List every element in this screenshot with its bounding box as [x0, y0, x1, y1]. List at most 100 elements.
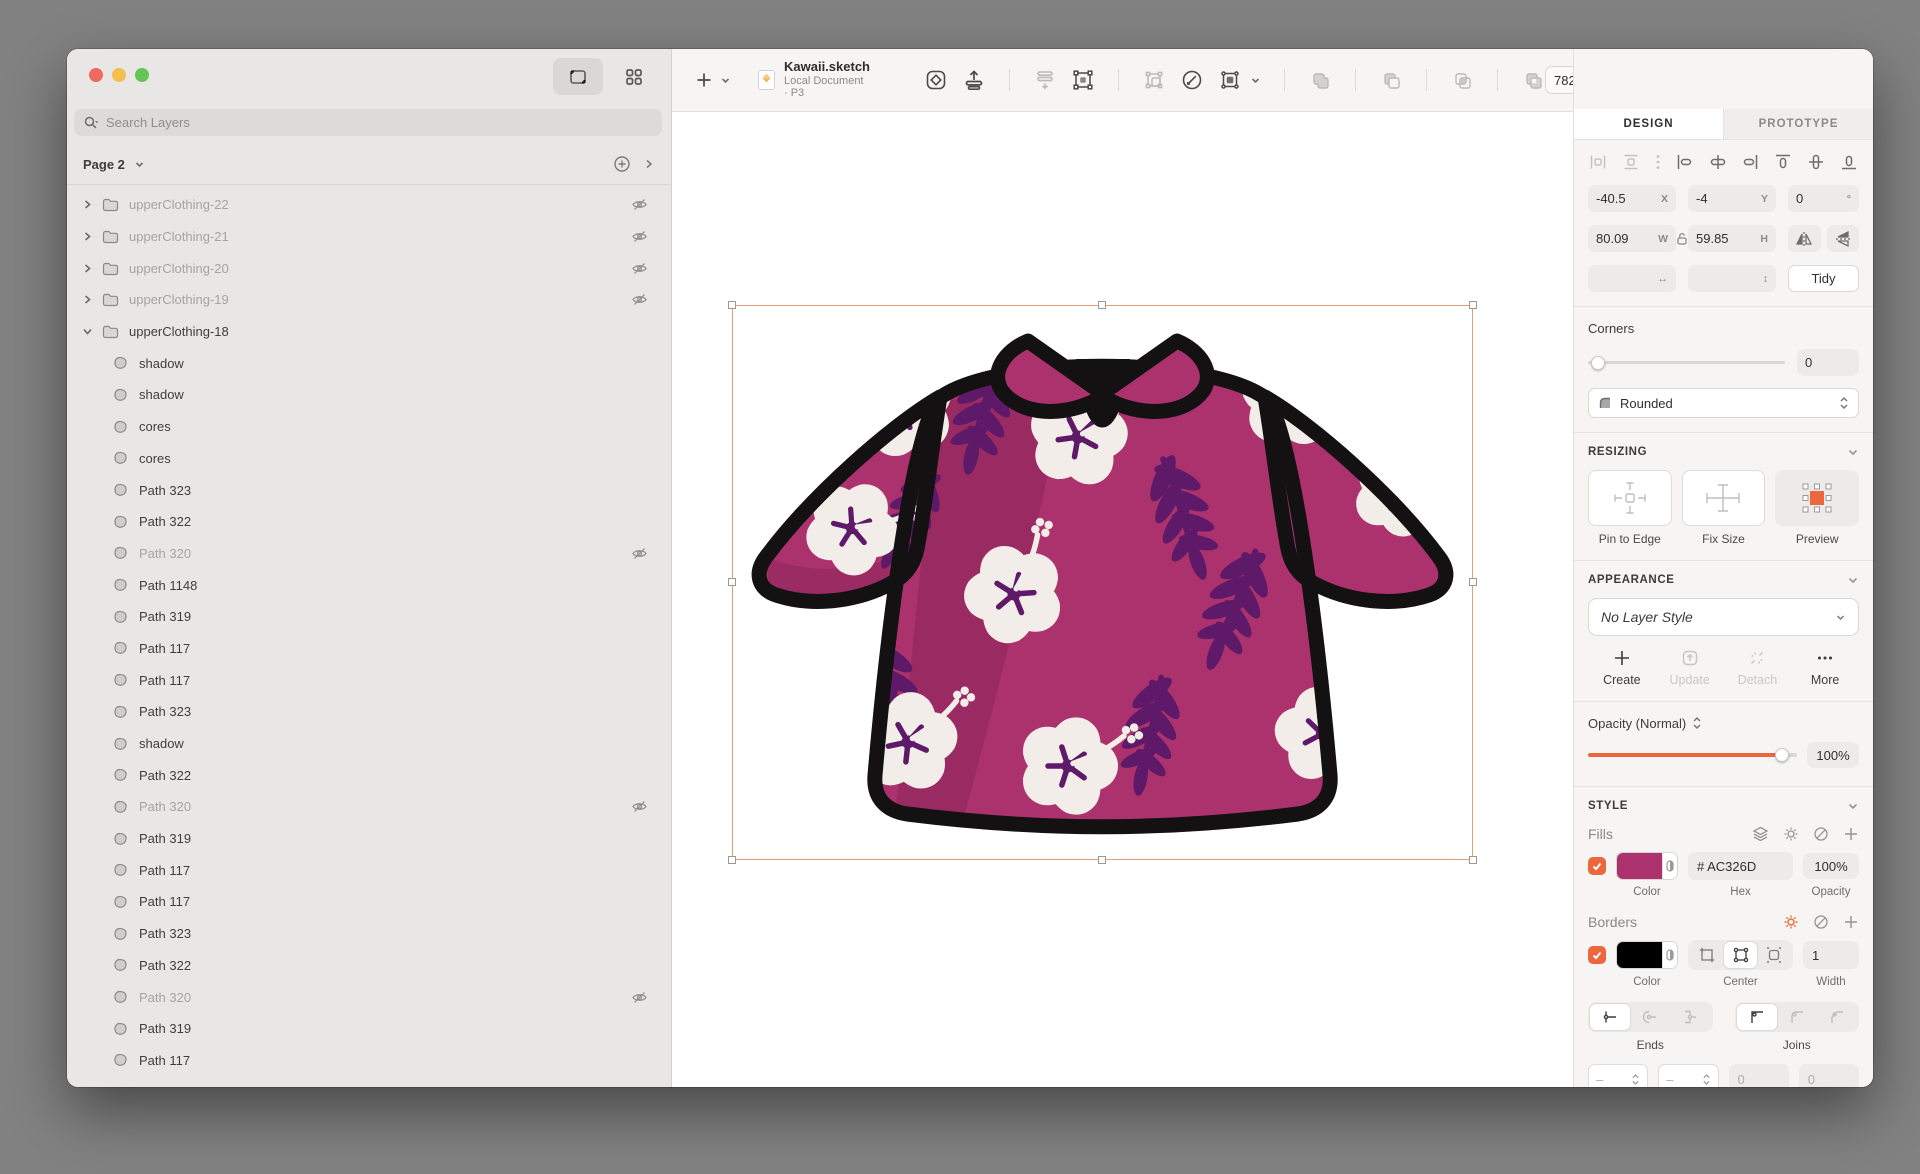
x-position-field[interactable]: -40.5X	[1588, 185, 1676, 212]
border-inside-button[interactable]	[1690, 942, 1724, 968]
tab-design[interactable]: DESIGN	[1574, 109, 1723, 139]
selection-handle-sw[interactable]	[728, 856, 736, 864]
join-round-button[interactable]	[1777, 1004, 1817, 1030]
detach-style-button[interactable]: Detach	[1724, 649, 1792, 687]
distribute-horizontally-icon[interactable]	[1588, 152, 1608, 172]
expand-pages-button[interactable]	[643, 158, 655, 170]
corner-style-dropdown[interactable]: Rounded	[1588, 388, 1859, 418]
layer-row[interactable]: Path 322	[67, 759, 671, 791]
align-center-horizontal-icon[interactable]	[1708, 152, 1728, 172]
layer-row[interactable]: Path 320	[67, 981, 671, 1013]
eye-hidden-icon[interactable]	[631, 990, 648, 1005]
fill-hex-field[interactable]: # AC326D	[1688, 852, 1793, 880]
transform-icon[interactable]	[1071, 68, 1095, 92]
fix-size-button[interactable]	[1682, 470, 1766, 526]
symbol-icon[interactable]	[924, 68, 948, 92]
smart-distribute-icon[interactable]	[1033, 68, 1057, 92]
arrow-start-stepper[interactable]: –	[1588, 1064, 1648, 1087]
mask-icon[interactable]	[1218, 68, 1242, 92]
canvas-view-toggle[interactable]	[553, 58, 603, 95]
rotation-field[interactable]: 0°	[1788, 185, 1859, 212]
distribute-vertically-icon[interactable]	[1621, 152, 1641, 172]
layer-row[interactable]: shadow	[67, 347, 671, 379]
more-styles-button[interactable]: More	[1791, 649, 1859, 687]
selection-handle-se[interactable]	[1469, 856, 1477, 864]
fill-opacity-field[interactable]: 100%	[1803, 853, 1859, 879]
end-round-button[interactable]	[1630, 1004, 1670, 1030]
gap-field[interactable]: 0	[1799, 1064, 1859, 1087]
insert-chevron-icon[interactable]	[720, 75, 731, 86]
opacity-slider[interactable]	[1588, 753, 1797, 757]
layer-group-row[interactable]: upperClothing-21	[67, 221, 671, 253]
width-field[interactable]: 80.09W	[1588, 225, 1676, 252]
add-border-icon[interactable]	[1843, 914, 1859, 930]
eye-hidden-icon[interactable]	[631, 292, 648, 307]
insert-button[interactable]	[694, 70, 714, 90]
flip-horizontal-button[interactable]	[1788, 225, 1821, 252]
difference-icon[interactable]	[1521, 68, 1545, 92]
fill-enabled-checkbox[interactable]	[1588, 857, 1606, 875]
eye-hidden-icon[interactable]	[631, 546, 648, 561]
layer-style-dropdown[interactable]: No Layer Style	[1588, 598, 1859, 636]
selection-handle-n[interactable]	[1098, 301, 1106, 309]
eye-hidden-icon[interactable]	[631, 229, 648, 244]
document-title-block[interactable]: Kawaii.sketch Local Document · P3	[757, 60, 870, 100]
layer-group-row[interactable]: upperClothing-20	[67, 252, 671, 284]
blend-mode-stepper-icon[interactable]	[1692, 715, 1702, 731]
align-middle-vertical-icon[interactable]	[1806, 152, 1826, 172]
search-input[interactable]	[106, 115, 653, 130]
border-outside-button[interactable]	[1757, 942, 1791, 968]
layer-row[interactable]: Path 319	[67, 601, 671, 633]
border-settings-gear-icon[interactable]	[1783, 914, 1799, 930]
layer-search[interactable]	[74, 109, 662, 136]
join-miter-button[interactable]	[1737, 1004, 1777, 1030]
border-color-swatch[interactable]	[1616, 941, 1678, 969]
dash-field[interactable]: 0	[1729, 1064, 1789, 1087]
arrow-end-stepper[interactable]: –	[1658, 1064, 1718, 1087]
color-variable-icon[interactable]	[1662, 942, 1677, 968]
no-fill-icon[interactable]	[1813, 826, 1829, 842]
chevron-right-icon[interactable]	[82, 263, 93, 274]
align-left-icon[interactable]	[1675, 152, 1695, 172]
intersect-icon[interactable]	[1450, 68, 1474, 92]
height-field[interactable]: 59.85H	[1688, 225, 1776, 252]
layer-row[interactable]: shadow	[67, 728, 671, 760]
border-width-field[interactable]: 1	[1803, 941, 1859, 969]
eye-hidden-icon[interactable]	[631, 799, 648, 814]
border-center-button[interactable]	[1724, 942, 1758, 968]
layer-row[interactable]: Path 322	[67, 506, 671, 538]
chevron-down-icon[interactable]	[82, 326, 93, 337]
selection-handle-e[interactable]	[1469, 578, 1477, 586]
close-window-button[interactable]	[89, 68, 103, 82]
end-butt-button[interactable]	[1590, 1004, 1630, 1030]
opacity-value[interactable]: 100%	[1807, 742, 1859, 768]
eye-hidden-icon[interactable]	[631, 261, 648, 276]
horizontal-spacing-field[interactable]: ↔	[1588, 265, 1676, 292]
no-border-icon[interactable]	[1813, 914, 1829, 930]
edit-icon[interactable]	[1180, 68, 1204, 92]
layer-row[interactable]: Path 117	[67, 1045, 671, 1077]
upload-icon[interactable]	[962, 68, 986, 92]
pin-to-edge-button[interactable]	[1588, 470, 1672, 526]
tidy-button[interactable]: Tidy	[1788, 265, 1859, 292]
eye-hidden-icon[interactable]	[631, 197, 648, 212]
layer-row[interactable]: Path 323	[67, 474, 671, 506]
layer-group-row[interactable]: upperClothing-18	[67, 316, 671, 348]
canvas[interactable]	[672, 112, 1573, 1087]
lock-ratio-icon[interactable]	[1676, 231, 1688, 246]
layer-row[interactable]: Path 319	[67, 1013, 671, 1045]
more-alignment-icon[interactable]	[1654, 152, 1662, 172]
layer-row[interactable]: cores	[67, 443, 671, 475]
selection-handle-nw[interactable]	[728, 301, 736, 309]
layer-row[interactable]: Path 320	[67, 791, 671, 823]
chevron-right-icon[interactable]	[82, 294, 93, 305]
layer-row[interactable]: cores	[67, 411, 671, 443]
update-style-button[interactable]: Update	[1656, 649, 1724, 687]
layer-row[interactable]: Path 1148	[67, 569, 671, 601]
layer-row[interactable]: Path 323	[67, 918, 671, 950]
tab-prototype[interactable]: PROTOTYPE	[1723, 109, 1873, 139]
create-style-button[interactable]: Create	[1588, 649, 1656, 687]
grid-view-toggle[interactable]	[619, 58, 649, 95]
selection-handle-w[interactable]	[728, 578, 736, 586]
selection-handle-s[interactable]	[1098, 856, 1106, 864]
